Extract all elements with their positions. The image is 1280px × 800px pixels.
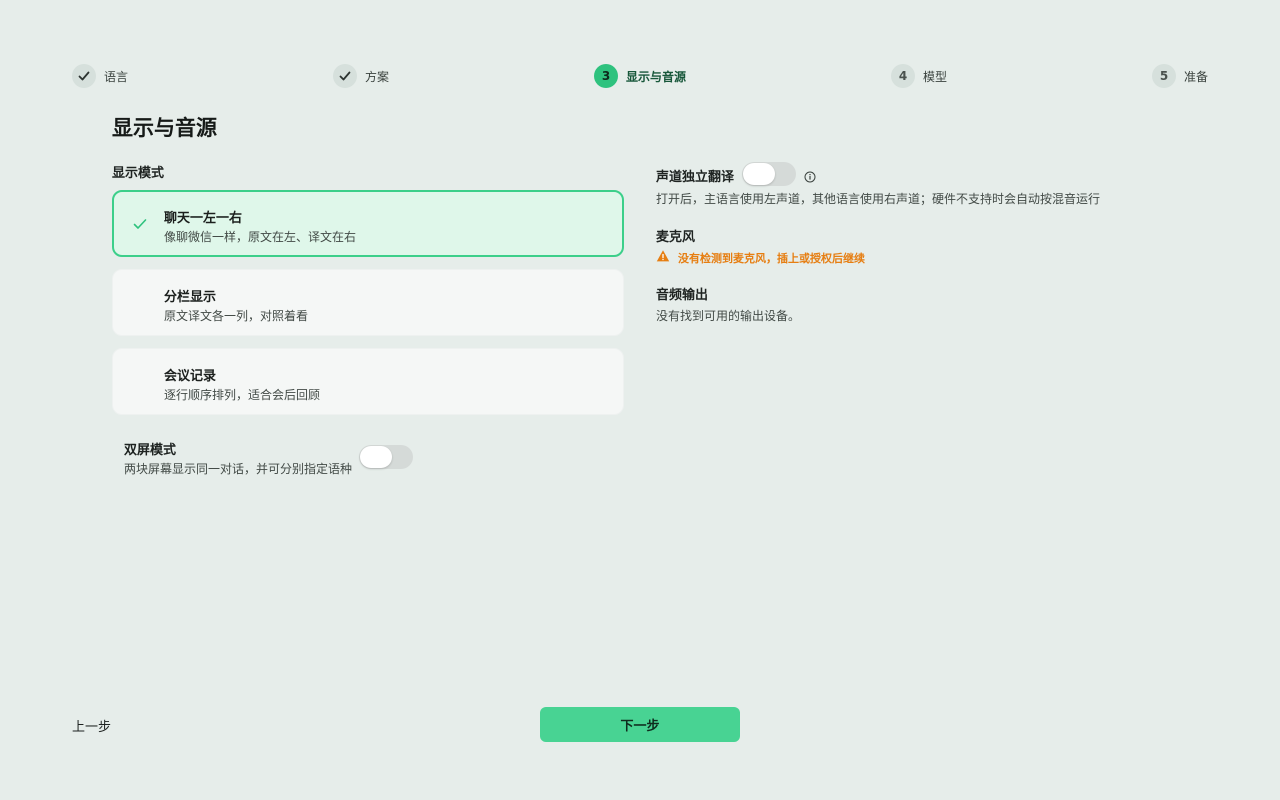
step-ready[interactable]: 5 准备 [1152, 64, 1208, 88]
toggle-knob [360, 446, 392, 468]
mode-option-columns[interactable]: 分栏显示 原文译文各一列，对照着看 [112, 269, 624, 336]
step-language[interactable]: 语言 [72, 64, 128, 88]
next-button[interactable]: 下一步 [540, 707, 740, 742]
warning-icon [656, 249, 670, 266]
mode-title: 分栏显示 [164, 290, 217, 305]
warning-text: 没有检测到麦克风，插上或授权后继续 [678, 251, 865, 265]
mode-desc: 原文译文各一列，对照着看 [164, 309, 309, 323]
step-label: 显示与音源 [626, 69, 687, 84]
microphone-title: 麦克风 [656, 230, 696, 245]
mode-title: 会议记录 [164, 369, 217, 384]
audio-output-title: 音频输出 [656, 288, 709, 303]
page-title: 显示与音源 [112, 116, 217, 140]
step-label: 语言 [104, 69, 129, 84]
step-display-audio[interactable]: 3 显示与音源 [594, 64, 686, 88]
check-icon [132, 216, 148, 232]
microphone-warning: 没有检测到麦克风，插上或授权后继续 [656, 249, 865, 266]
info-icon[interactable] [804, 168, 816, 183]
step-number: 4 [891, 64, 915, 88]
mode-desc: 逐行顺序排列，适合会后回顾 [164, 388, 321, 402]
dual-screen-toggle[interactable] [359, 445, 413, 469]
stepper: 语言 方案 3 显示与音源 4 模型 5 准备 [72, 64, 1208, 88]
step-number: 3 [594, 64, 618, 88]
step-number: 5 [1152, 64, 1176, 88]
toggle-knob [743, 163, 775, 185]
check-icon [333, 64, 357, 88]
dual-screen-desc: 两块屏幕显示同一对话，并可分别指定语种 [124, 462, 353, 476]
mode-option-chat[interactable]: 聊天一左一右 像聊微信一样，原文在左、译文在右 [112, 190, 624, 257]
dual-screen-title: 双屏模式 [124, 443, 177, 458]
channel-translate-toggle[interactable] [742, 162, 796, 186]
channel-translate-desc: 打开后，主语言使用左声道，其他语言使用右声道；硬件不支持时会自动按混音运行 [656, 192, 1101, 206]
step-label: 模型 [923, 69, 948, 84]
channel-translate-title: 声道独立翻译 [656, 170, 735, 185]
display-mode-label: 显示模式 [112, 166, 165, 181]
step-label: 准备 [1184, 69, 1209, 84]
step-plan[interactable]: 方案 [333, 64, 389, 88]
step-model[interactable]: 4 模型 [891, 64, 947, 88]
back-button[interactable]: 上一步 [72, 716, 111, 735]
step-label: 方案 [365, 69, 390, 84]
mode-title: 聊天一左一右 [164, 211, 243, 226]
audio-output-desc: 没有找到可用的输出设备。 [656, 309, 801, 323]
check-icon [72, 64, 96, 88]
mode-desc: 像聊微信一样，原文在左、译文在右 [164, 230, 357, 244]
mode-option-meeting[interactable]: 会议记录 逐行顺序排列，适合会后回顾 [112, 348, 624, 415]
